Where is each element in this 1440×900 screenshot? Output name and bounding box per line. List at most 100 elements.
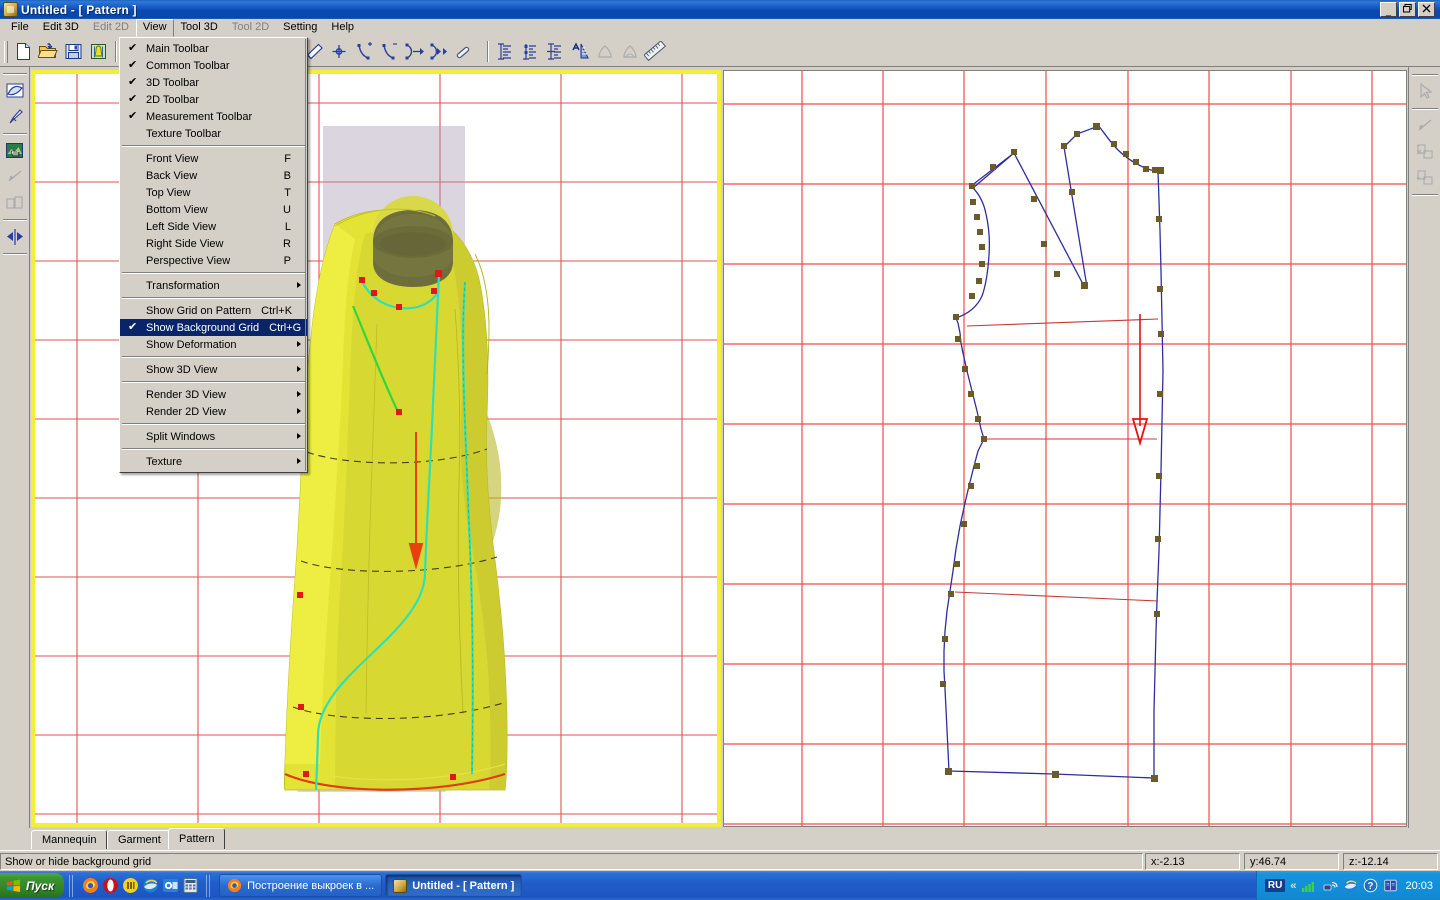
menu-setting[interactable]: Setting (276, 19, 324, 36)
taskbar: Пуск (0, 871, 1440, 900)
split-curve-button[interactable] (402, 40, 427, 64)
menu-option-2d-toolbar[interactable]: ✔ 2D Toolbar (120, 91, 307, 108)
menu-separator (122, 381, 305, 383)
menu-option-render-3d-view[interactable]: Render 3D View (120, 386, 307, 403)
measure-center-button[interactable] (543, 40, 568, 64)
svg-text:?: ? (1368, 881, 1374, 892)
task-button-pattern-app[interactable]: Untitled - [ Pattern ] (385, 874, 522, 897)
menu-option-main-toolbar[interactable]: ✔ Main Toolbar (120, 40, 307, 57)
app-icon (3, 2, 18, 17)
measure-tri-b-button (618, 40, 643, 64)
submenu-arrow-icon (297, 366, 301, 372)
ie-icon[interactable] (142, 877, 159, 894)
menu-edit-3d[interactable]: Edit 3D (36, 19, 86, 36)
menu-option-split-windows[interactable]: Split Windows (120, 428, 307, 445)
pan-hand-icon (4, 140, 26, 162)
close-icon (1422, 4, 1431, 13)
pan-hand-button[interactable] (2, 138, 28, 164)
menu-option-show-deformation[interactable]: Show Deformation (120, 336, 307, 353)
point-snap-icon (329, 42, 350, 61)
open-folder-button[interactable] (36, 40, 61, 64)
firefox-icon[interactable] (82, 877, 99, 894)
tab-mannequin[interactable]: Mannequin (31, 830, 107, 849)
menu-option-front-view[interactable]: Front View F (120, 150, 307, 167)
submenu-arrow-icon (297, 391, 301, 397)
tab-garment[interactable]: Garment (107, 830, 172, 849)
open-folder-icon (38, 42, 59, 61)
system-tray: RU « ? (1256, 871, 1440, 900)
mannequin-button[interactable] (86, 40, 111, 64)
toolbar-grip[interactable] (4, 41, 8, 63)
quicklaunch-grip[interactable] (69, 875, 75, 897)
eraser-button[interactable] (452, 40, 477, 64)
opera-icon[interactable] (102, 877, 119, 894)
language-indicator[interactable]: RU (1265, 879, 1285, 892)
remove-point-button[interactable] (377, 40, 402, 64)
menu-option-back-view[interactable]: Back View B (120, 167, 307, 184)
menu-option-show-3d-view[interactable]: Show 3D View (120, 361, 307, 378)
symmetry-mirror-button[interactable] (2, 224, 28, 250)
symmetry-mirror-icon (4, 226, 26, 248)
menu-option-perspective-view[interactable]: Perspective View P (120, 252, 307, 269)
right-tool-rail (1408, 67, 1440, 828)
point-snap-button[interactable] (327, 40, 352, 64)
menu-option-texture[interactable]: Texture (120, 453, 307, 470)
volume-bars-icon[interactable] (1301, 879, 1317, 893)
tab-pattern[interactable]: Pattern (168, 828, 225, 849)
knife-cut-button[interactable] (2, 104, 28, 130)
split-curve-icon (403, 42, 426, 61)
maximize-button[interactable] (1399, 2, 1416, 17)
book-icon[interactable] (1383, 878, 1398, 893)
menu-option-right-side-view[interactable]: Right Side View R (120, 235, 307, 252)
ruler-button[interactable] (643, 40, 668, 64)
start-button[interactable]: Пуск (0, 873, 64, 898)
surface-select-button[interactable] (2, 78, 28, 104)
menu-file[interactable]: File (4, 19, 36, 36)
outlook-icon[interactable] (162, 877, 179, 894)
menu-option-common-toolbar[interactable]: ✔ Common Toolbar (120, 57, 307, 74)
status-message: Show or hide background grid (0, 853, 1143, 870)
menu-separator (122, 297, 305, 299)
menu-option-left-side-view[interactable]: Left Side View L (120, 218, 307, 235)
help-icon[interactable]: ? (1363, 878, 1378, 893)
measure-vertical-button[interactable] (493, 40, 518, 64)
menu-option-show-background-grid[interactable]: ✔ Show Background Grid Ctrl+G (120, 319, 307, 336)
new-document-button[interactable] (11, 40, 36, 64)
calculator-icon[interactable] (182, 877, 199, 894)
add-point-button[interactable] (352, 40, 377, 64)
measure-center-icon (545, 42, 566, 61)
tray-expand-chevron-icon[interactable]: « (1290, 880, 1296, 892)
measure-points-icon (520, 42, 541, 61)
menu-option-bottom-view[interactable]: Bottom View U (120, 201, 307, 218)
start-label: Пуск (26, 879, 54, 893)
move-arrow-button (1412, 113, 1438, 139)
ie-tray-icon[interactable] (1343, 878, 1358, 893)
view-dropdown-menu[interactable]: ✔ Main Toolbar ✔ Common Toolbar ✔ 3D Too… (119, 37, 308, 473)
taskbar-clock[interactable]: 20:03 (1403, 880, 1433, 892)
merge-curve-button[interactable] (427, 40, 452, 64)
menu-tool-2d: Tool 2D (225, 19, 276, 36)
tasks-grip[interactable] (206, 875, 212, 897)
close-button[interactable] (1418, 2, 1435, 17)
title-bar: Untitled - [ Pattern ] _ (0, 0, 1440, 19)
menu-option-measurement-toolbar[interactable]: ✔ Measurement Toolbar (120, 108, 307, 125)
2d-pattern-viewport[interactable] (723, 70, 1407, 827)
menu-option-3d-toolbar[interactable]: ✔ 3D Toolbar (120, 74, 307, 91)
menu-option-render-2d-view[interactable]: Render 2D View (120, 403, 307, 420)
menu-tool-3d[interactable]: Tool 3D (174, 19, 225, 36)
menu-option-texture-toolbar[interactable]: Texture Toolbar (120, 125, 307, 142)
task-button-browser[interactable]: Построение выкроек в ... (219, 874, 382, 897)
minimize-button[interactable]: _ (1380, 2, 1397, 17)
menu-help[interactable]: Help (324, 19, 361, 36)
network-icon[interactable] (1322, 879, 1338, 893)
menu-option-transformation[interactable]: Transformation (120, 277, 307, 294)
winamp-icon[interactable] (122, 877, 139, 894)
submenu-arrow-icon (297, 341, 301, 347)
menu-option-top-view[interactable]: Top View T (120, 184, 307, 201)
menu-view[interactable]: View (136, 19, 174, 37)
measure-points-button[interactable] (518, 40, 543, 64)
menu-option-show-grid-on-pattern[interactable]: Show Grid on Pattern Ctrl+K (120, 302, 307, 319)
save-button[interactable] (61, 40, 86, 64)
knife-cut-icon (4, 106, 26, 128)
measure-angle-button[interactable] (568, 40, 593, 64)
